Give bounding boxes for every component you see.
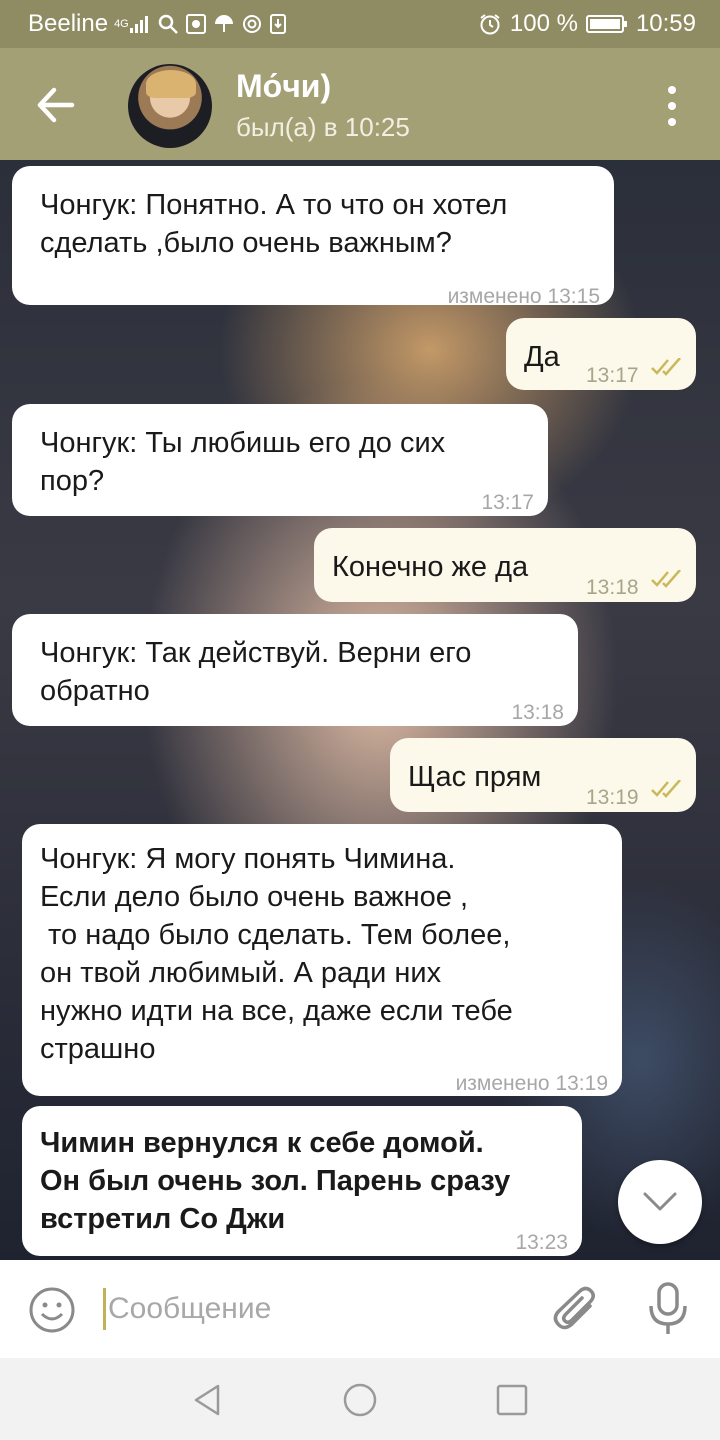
nav-home-icon[interactable] — [342, 1382, 378, 1418]
more-vert-icon[interactable] — [660, 86, 684, 126]
message-text: Чонгук: Я могу понять Чимина. Если дело … — [40, 840, 513, 1068]
message-text: Чонгук: Понятно. А то что он хотел сдела… — [40, 186, 507, 262]
message-time: изменено 13:19 — [455, 1072, 608, 1095]
status-bar-left: Beeline 4G — [28, 10, 287, 38]
search-icon — [158, 14, 178, 34]
message-input[interactable] — [106, 1280, 530, 1338]
system-nav-bar — [0, 1358, 720, 1440]
scroll-down-button[interactable] — [618, 1160, 702, 1244]
message-text: Чонгук: Так действуй. Верни его обратно — [40, 634, 471, 710]
nav-recents-icon[interactable] — [494, 1382, 530, 1418]
attach-icon[interactable] — [552, 1284, 600, 1334]
mic-icon[interactable] — [646, 1282, 690, 1336]
emoji-icon[interactable] — [28, 1286, 76, 1334]
message-line: Если дело было очень важное , — [40, 881, 469, 913]
nav-back-icon[interactable] — [190, 1382, 226, 1418]
message-line: он твой любимый. А ради них — [40, 957, 442, 989]
message-time: изменено 13:15 — [447, 285, 600, 308]
message-bubble-outgoing[interactable]: Да 13:17 — [506, 318, 696, 390]
battery-percent: 100 % — [509, 10, 578, 37]
message-list[interactable]: Чонгук: Понятно. А то что он хотел сдела… — [0, 160, 720, 1260]
message-bubble-incoming[interactable]: Чимин вернулся к себе домой. Он был очен… — [22, 1106, 582, 1256]
double-check-icon — [651, 570, 681, 588]
download-icon — [269, 14, 286, 34]
message-line: то надо было сделать. Тем более, — [40, 919, 511, 951]
message-bubble-outgoing[interactable]: Конечно же да 13:18 — [314, 528, 696, 602]
message-time: 13:17 — [586, 364, 639, 387]
message-bubble-incoming[interactable]: Чонгук: Так действуй. Верни его обратно … — [12, 614, 578, 726]
message-line: Он был очень зол. Парень сразу — [40, 1165, 511, 1197]
avatar[interactable] — [128, 64, 212, 148]
last-seen: был(а) в 10:25 — [236, 112, 410, 142]
message-line: сделать ,было очень важным? — [40, 227, 452, 259]
battery-icon — [585, 15, 627, 33]
message-time: 13:19 — [586, 786, 639, 809]
message-line: Чонгук: Так действуй. Верни его — [40, 637, 472, 669]
contact-name[interactable]: Мо́чи) — [236, 68, 331, 105]
message-line: Чонгук: Ты любишь его до сих — [40, 427, 446, 459]
message-text: Чонгук: Ты любишь его до сих пор? — [40, 424, 445, 500]
message-line: Чимин вернулся к себе домой. — [40, 1127, 484, 1159]
status-bar-right: 100 % 10:59 — [478, 10, 696, 38]
message-line: Чонгук: Я могу понять Чимина. — [40, 843, 456, 875]
message-text: Конечно же да — [332, 551, 529, 583]
message-bubble-incoming[interactable]: Чонгук: Ты любишь его до сих пор? 13:17 — [12, 404, 548, 516]
message-line: страшно — [40, 1033, 156, 1065]
chat-header: Мо́чи) был(а) в 10:25 — [0, 48, 720, 160]
carrier-label: Beeline — [28, 10, 109, 37]
chevron-down-icon — [643, 1192, 677, 1211]
signal-icon: 4G — [114, 14, 151, 34]
message-time: 13:18 — [511, 701, 564, 724]
network-type-label: 4G — [114, 17, 129, 30]
at-icon — [242, 15, 261, 33]
message-line: встретил Со Джи — [40, 1203, 286, 1235]
alarm-icon — [480, 14, 500, 35]
message-time: 13:17 — [481, 491, 534, 514]
status-bar: Beeline 4G 100 % 10:59 — [0, 0, 720, 48]
message-bubble-incoming[interactable]: Чонгук: Понятно. А то что он хотел сдела… — [12, 166, 614, 308]
gallery-icon — [185, 14, 206, 34]
message-text: Чимин вернулся к себе домой. Он был очен… — [40, 1124, 510, 1238]
double-check-icon — [651, 780, 681, 798]
clock: 10:59 — [635, 10, 696, 37]
back-arrow-icon[interactable] — [30, 82, 80, 128]
double-check-icon — [651, 358, 681, 376]
message-line: пор? — [40, 465, 105, 497]
umbrella-icon — [214, 15, 233, 32]
composer — [0, 1260, 720, 1358]
message-time: 13:18 — [586, 576, 639, 599]
message-line: нужно идти на все, даже если тебе — [40, 995, 513, 1027]
message-line: Чонгук: Понятно. А то что он хотел — [40, 189, 508, 221]
message-text: Щас прям — [408, 761, 542, 793]
message-time: 13:23 — [515, 1231, 568, 1254]
message-bubble-incoming[interactable]: Чонгук: Я могу понять Чимина. Если дело … — [22, 824, 622, 1096]
message-line: обратно — [40, 675, 150, 707]
message-text: Да — [524, 341, 560, 373]
message-bubble-outgoing[interactable]: Щас прям 13:19 — [390, 738, 696, 812]
